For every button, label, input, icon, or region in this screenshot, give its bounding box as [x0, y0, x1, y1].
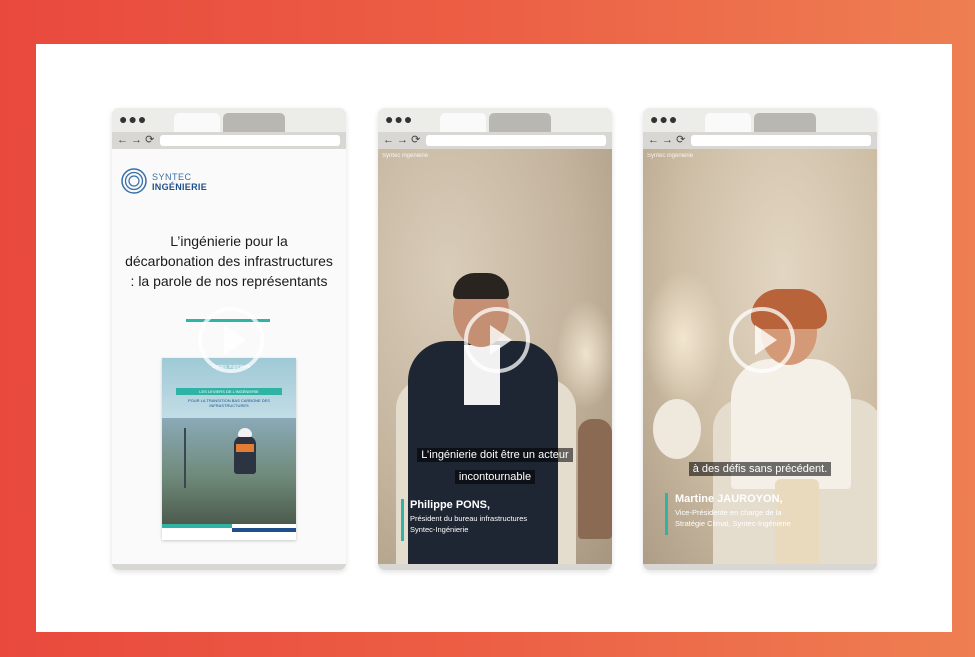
speaker-role-line-2: Syntec-Ingénierie — [410, 525, 469, 534]
window-dots-icon: ●●● — [119, 111, 148, 127]
play-button-icon[interactable] — [729, 307, 795, 373]
url-bar[interactable] — [160, 135, 340, 146]
browser-navbar: ← → ⟳ — [112, 132, 346, 149]
report-cover-image: Syntec ingénierie LES LEVIERS DE L'INGÉN… — [162, 358, 296, 540]
window-dots-icon: ●●● — [650, 111, 679, 127]
browser-tab-active[interactable] — [705, 113, 751, 132]
browser-bottombar — [643, 564, 877, 570]
browser-tab-active[interactable] — [174, 113, 220, 132]
nav-arrows-reload-icon[interactable]: ← → ⟳ — [383, 133, 420, 148]
play-button-icon[interactable] — [464, 307, 530, 373]
browser-tab-active[interactable] — [440, 113, 486, 132]
speaker-role-line-1: Président du bureau infrastructures — [410, 514, 528, 523]
browser-titlebar: ●●● — [112, 108, 346, 132]
cover-subtitle: POUR LA TRANSITION BAS CARBONE DES INFRA… — [188, 398, 270, 408]
subtitle-line-1: à des défis sans précédent. — [643, 459, 877, 479]
logo-text-ingenierie: INGÉNIERIE — [152, 182, 208, 192]
dried-plant-decor — [643, 269, 723, 409]
browser-tab-inactive[interactable] — [754, 113, 816, 132]
syntec-logo: SYNTEC INGÉNIERIE — [120, 167, 230, 203]
syntec-logo-mark-icon — [121, 168, 147, 194]
subtitle-line-1: L’ingénierie doit être un acteur — [378, 445, 612, 465]
browser-bottombar — [378, 564, 612, 570]
nav-arrows-reload-icon[interactable]: ← → ⟳ — [117, 133, 154, 148]
browser-mockup-2: ●●● ← → ⟳ Syntec ingénierie L’ingénierie… — [378, 108, 612, 570]
pylon-shape — [184, 428, 186, 488]
video-frame[interactable]: Syntec ingénierie L’ingénierie doit être… — [378, 149, 612, 564]
subtitle-line-2: incontournable — [378, 467, 612, 487]
speaker-role-line-2: Stratégie Climat, Syntec-Ingénierie — [675, 519, 791, 528]
browser-navbar: ← → ⟳ — [378, 132, 612, 149]
logo-text-syntec: SYNTEC — [152, 172, 192, 182]
worker-figure — [234, 436, 256, 474]
play-button-icon[interactable] — [198, 307, 264, 373]
cover-title: LES LEVIERS DE L'INGÉNIERIE — [176, 388, 282, 395]
url-bar[interactable] — [426, 135, 606, 146]
browser-mockup-3: ●●● ← → ⟳ Syntec ingénierie à des défis … — [643, 108, 877, 570]
speaker-role-line-1: Vice-Présidente en charge de la — [675, 508, 782, 517]
vase-decor — [653, 399, 701, 459]
lower-third-accent — [401, 499, 404, 541]
lower-third-accent — [665, 493, 668, 535]
page-headline: L’ingénierie pour la décarbonation des i… — [125, 233, 333, 289]
browser-titlebar: ●●● — [643, 108, 877, 132]
url-bar[interactable] — [691, 135, 871, 146]
video-frame[interactable]: Syntec ingénierie à des défis sans précé… — [643, 149, 877, 564]
cover-photo — [162, 418, 296, 524]
window-dots-icon: ●●● — [385, 111, 414, 127]
browser-mockup-1: ●●● ← → ⟳ SYNTEC INGÉNIERIE L’ingénierie… — [112, 108, 346, 570]
browser-navbar: ← → ⟳ — [643, 132, 877, 149]
speaker-name: Philippe PONS, — [410, 499, 491, 511]
speaker-name: Martine JAUROYON, — [675, 493, 783, 505]
browser-titlebar: ●●● — [378, 108, 612, 132]
browser-viewport: SYNTEC INGÉNIERIE L’ingénierie pour la d… — [112, 149, 346, 564]
browser-tab-inactive[interactable] — [489, 113, 551, 132]
syntec-watermark: Syntec ingénierie — [382, 153, 429, 159]
nav-arrows-reload-icon[interactable]: ← → ⟳ — [648, 133, 685, 148]
browser-bottombar — [112, 564, 346, 570]
browser-tab-inactive[interactable] — [223, 113, 285, 132]
syntec-watermark: Syntec ingénierie — [647, 153, 694, 159]
